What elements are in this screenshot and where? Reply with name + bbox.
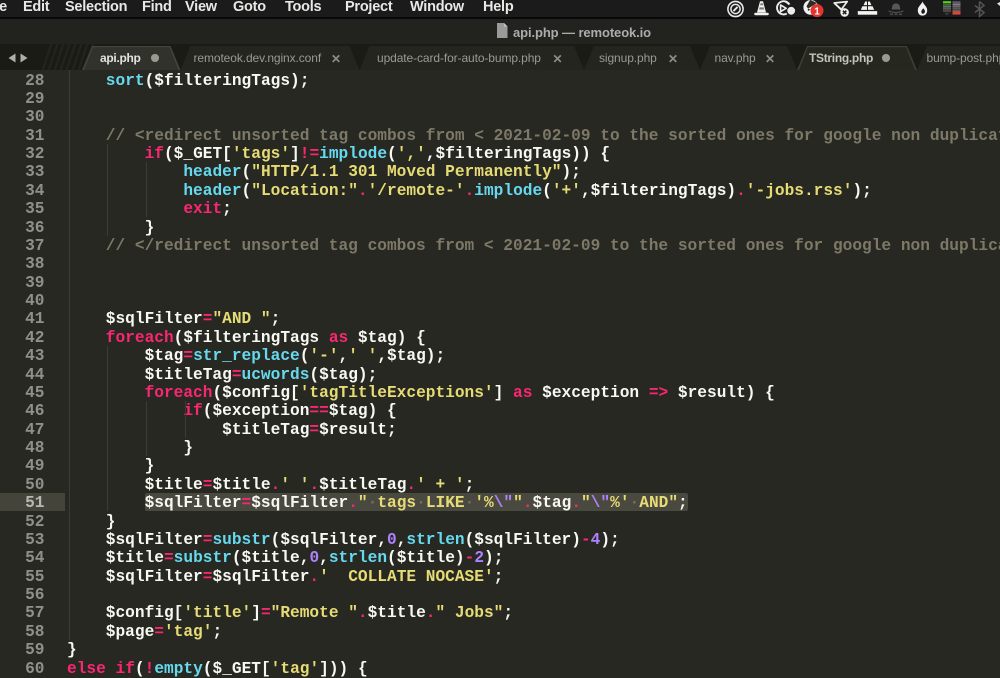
svg-text:1: 1 bbox=[814, 6, 820, 17]
